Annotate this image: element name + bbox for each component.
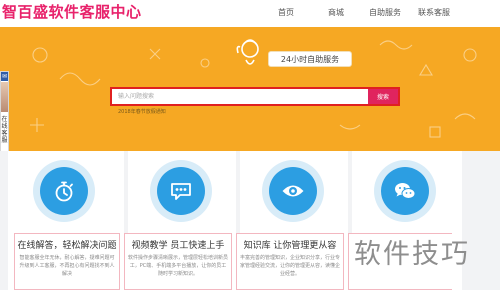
wechat-icon xyxy=(395,183,416,199)
feature-circle[interactable] xyxy=(374,160,436,222)
online-service-widget[interactable]: ✉ 在线客服 xyxy=(0,71,9,159)
nav-self-service[interactable]: 自助服务 xyxy=(369,7,401,18)
feature-circle[interactable] xyxy=(262,160,324,222)
feature-card[interactable]: 视频教学 员工快速上手 软件操作步骤清晰展示，管理层轻松培训新员工，PC端、手机… xyxy=(124,233,232,290)
stopwatch-icon xyxy=(55,181,73,202)
top-header: 智百盛软件客服中心 首页 商城 自助服务 联系客服 xyxy=(0,0,500,27)
nav-mall[interactable]: 商城 xyxy=(328,7,344,18)
nav-home[interactable]: 首页 xyxy=(278,7,294,18)
mascot-illustration xyxy=(236,39,259,65)
nav-contact-support[interactable]: 联系客服 xyxy=(418,7,450,18)
card-description: 软件操作步骤清晰展示，管理层轻松培训新员工，PC端、手机端多平台播放，让你的员工… xyxy=(128,255,229,277)
announcement-link[interactable]: 2018年春节放假通知 xyxy=(118,108,166,115)
card-description: 丰富完善的管理知识，企业知识分享，行业专家管理经验交流，让你的管理更从容，读懂企… xyxy=(240,255,341,277)
feature-circle[interactable] xyxy=(150,160,212,222)
search-button[interactable]: 搜索 xyxy=(368,89,398,104)
hero-banner: 24小时自助服务 搜索 2018年春节放假通知 xyxy=(0,27,500,151)
search-input[interactable] xyxy=(112,89,368,104)
main-nav: 首页 商城 自助服务 联系客服 xyxy=(258,7,500,21)
card-description: 智能客服全年无休，耐心解答，疑难问题可升级到人工客服，不再担心有问题找不到人解决 xyxy=(19,255,115,277)
card-title: 在线解答，轻松解决问题 xyxy=(17,241,117,251)
watermark-text: 软件技巧 xyxy=(354,239,470,270)
feature-card[interactable]: 知识库 让你管理更从容 丰富完善的管理知识，企业知识分享，行业专家管理经验交流，… xyxy=(236,233,344,290)
chat-icon: ✉ xyxy=(1,72,8,81)
agent-avatar xyxy=(1,82,8,112)
search-bar: 搜索 xyxy=(110,87,400,106)
card-title: 视频教学 员工快速上手 xyxy=(131,241,225,251)
service-24h-tag: 24小时自助服务 xyxy=(268,51,352,67)
widget-label: 在线客服 xyxy=(1,116,8,144)
card-title: 知识库 让你管理更从容 xyxy=(243,241,337,251)
feature-card[interactable]: 在线解答，轻松解决问题 智能客服全年无休，耐心解答，疑难问题可升级到人工客服，不… xyxy=(14,233,120,290)
feature-circle[interactable] xyxy=(33,160,95,222)
eye-icon xyxy=(282,185,304,197)
chat-bubble-icon xyxy=(171,183,191,200)
site-logo[interactable]: 智百盛软件客服中心 xyxy=(2,1,142,22)
